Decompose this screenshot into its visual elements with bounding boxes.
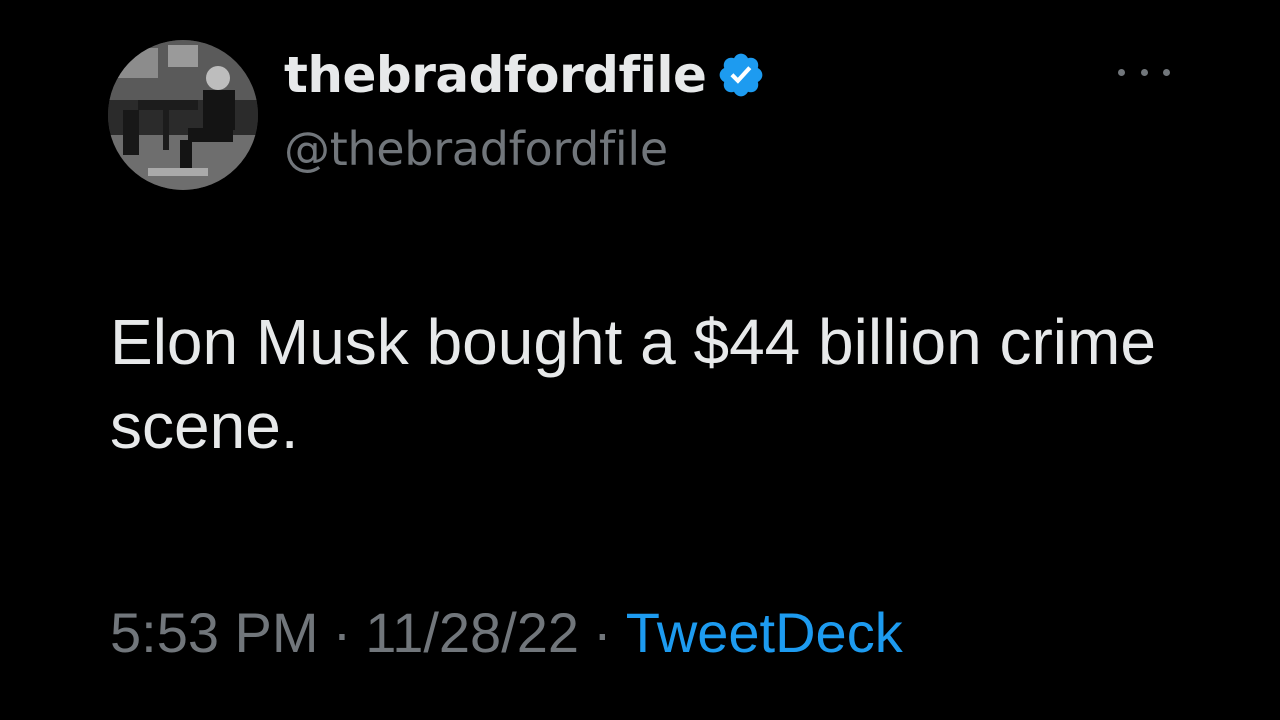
tweet-text: Elon Musk bought a $44 billion crime sce… xyxy=(110,306,1156,462)
display-name[interactable]: thebradfordfile xyxy=(284,50,707,100)
dot xyxy=(1163,68,1170,76)
dot xyxy=(1140,68,1148,76)
separator: · xyxy=(332,601,352,664)
dot xyxy=(1118,68,1125,76)
tweet-source-link[interactable]: TweetDeck xyxy=(626,601,903,664)
handle[interactable]: @thebradfordfile xyxy=(284,126,668,172)
tweet: thebradfordfile @thebradfordfile Elon Mu… xyxy=(0,0,1280,720)
more-options-icon[interactable] xyxy=(1118,58,1170,86)
tweet-meta: 5:53 PM · 11/28/22 · TweetDeck xyxy=(110,598,903,668)
separator: · xyxy=(593,601,612,664)
verified-badge-icon xyxy=(716,50,766,100)
avatar-photo xyxy=(108,40,258,190)
tweet-time[interactable]: 5:53 PM xyxy=(110,601,319,664)
display-name-row: thebradfordfile xyxy=(284,42,766,108)
avatar[interactable] xyxy=(108,40,258,190)
tweet-date[interactable]: 11/28/22 xyxy=(365,601,579,664)
